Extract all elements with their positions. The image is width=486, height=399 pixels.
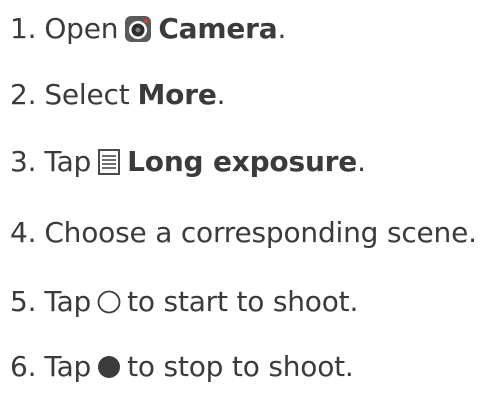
mode-name: Long exposure [127, 145, 358, 178]
step-6: 6. Tap to stop to shoot. [10, 345, 354, 389]
step-3: 3. Tap Long exposure . [10, 140, 366, 184]
step-text: Tap [44, 285, 92, 318]
menu-option: More [137, 78, 217, 111]
step-number: 1. [10, 12, 37, 45]
step-text: Choose a corresponding scene. [44, 216, 477, 249]
step-punctuation: . [216, 78, 226, 111]
step-5: 5. Tap to start to shoot. [10, 280, 358, 324]
step-text: to stop to shoot. [127, 350, 354, 383]
step-text: Open [44, 12, 119, 45]
shutter-filled-icon [97, 355, 121, 379]
long-exposure-icon [97, 148, 121, 176]
step-4: 4. Choose a corresponding scene. [10, 211, 477, 255]
step-1: 1. Open Camera . [10, 7, 286, 51]
app-name: Camera [158, 12, 278, 45]
step-text: to start to shoot. [127, 285, 359, 318]
step-text: Tap [44, 350, 92, 383]
step-number: 2. [10, 78, 37, 111]
step-punctuation: . [357, 145, 366, 178]
step-number: 6. [10, 350, 37, 383]
camera-app-icon [124, 15, 152, 43]
step-text: Select [44, 78, 130, 111]
step-number: 4. [10, 216, 37, 249]
step-text: Tap [44, 145, 92, 178]
shutter-outline-icon [97, 290, 121, 314]
step-2: 2. Select More . [10, 73, 226, 117]
step-number: 3. [10, 145, 37, 178]
step-punctuation: . [277, 12, 287, 45]
step-number: 5. [10, 285, 37, 318]
